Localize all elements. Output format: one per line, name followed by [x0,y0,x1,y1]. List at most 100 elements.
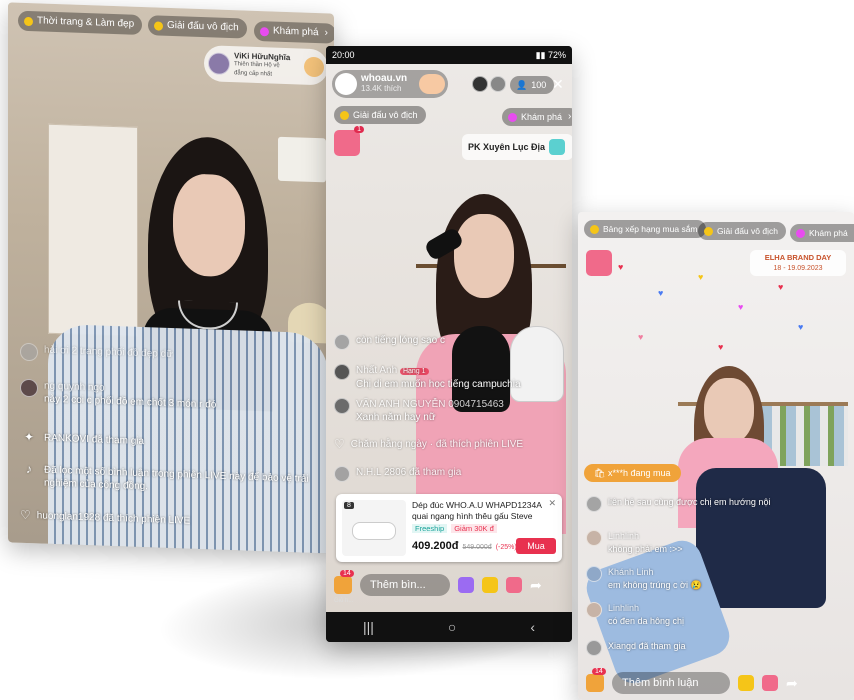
comment-input[interactable]: Thêm bình luận [612,672,730,694]
rank-badge: Hạng 1 [399,368,429,375]
comment-join: Xiangd đã tham gia [586,640,746,656]
badge-line2: đẳng cấp nhất [234,69,273,78]
comment-like: ♡ Chăm hằng ngày · đã thích phiên LIVE [334,437,524,451]
heart-icon: ♥ [618,262,624,272]
gift-box-icon[interactable]: 1 [334,126,364,156]
heart-icon: ♥ [738,302,744,312]
air-conditioner [278,136,326,183]
pill-explore[interactable]: Khám phá › [790,224,854,242]
viewer-avatar[interactable] [472,76,488,92]
pill-shopping-rank[interactable]: Bảng xếp hạng mua sắm [584,220,706,238]
comment-1: liên hệ sau cùng được chị em hướng nội [586,496,806,512]
comment-1: còn tiếng lóng sao c [334,334,484,350]
host-name: whoau.vn [361,73,408,84]
avatar [20,378,38,398]
freeship-tag: Freeship [412,524,448,533]
avatar [334,466,350,482]
pill-explore[interactable]: Khám phá › [502,108,572,126]
host-card[interactable]: whoau.vn 13.4K thích [332,70,448,98]
gift-box-icon[interactable] [586,250,612,276]
cart-count: 14 [340,570,354,577]
pk-banner[interactable]: PK Xuyên Lục Địa [462,134,572,160]
cart-icon[interactable]: 14 [334,570,354,594]
heart-icon: ♥ [798,322,804,332]
promo-banner[interactable]: ELHA BRAND DAY 18 - 19.09.2023 [750,250,846,276]
pill-tournament[interactable]: Giải đấu vô địch [334,106,426,124]
cart-count: 14 [592,668,606,675]
heart-icon: ♥ [778,282,784,292]
gift-icon[interactable] [506,577,522,593]
recent-apps-icon[interactable]: ||| [363,619,374,635]
person-face [173,173,245,278]
heart-icon: ♥ [638,332,644,342]
pk-icon [549,139,566,155]
product-card[interactable]: 8 Dép đúc WHO.A.U WHAPD1234A quai ngang … [336,494,562,562]
cart-icon[interactable]: 14 [586,668,606,692]
product-title: Dép đúc WHO.A.U WHAPD1234A quai ngang hì… [412,500,542,521]
comment-input[interactable]: Thêm bìn... [360,574,450,596]
top-gifter-badge[interactable]: ViKi HữuNghĩa Thiên thần Hộ vệ đẳng cấp … [204,45,328,86]
chevron-right-icon: › [324,27,328,39]
buy-button[interactable]: Mua [516,538,556,554]
host-likes: 13.4K thích [361,84,402,93]
explore-icon [508,112,517,122]
comment-2: Linhlinh không phải em :>> [586,530,746,556]
shop-icon[interactable] [482,577,498,593]
status-time: 20:00 [332,50,355,60]
product-tags: Freeship Giảm 30K đ [412,524,497,533]
comment-4: Linhlinh có đen da hông chị [586,602,746,628]
multi-guest-icon[interactable] [458,577,474,593]
person-icon: 👤 [516,80,528,90]
android-nav-bar: ||| ○ ‹ [326,612,572,642]
explore-icon [796,228,805,238]
pill-tournament[interactable]: Giải đấu vô địch [148,15,247,39]
promo-date: 18 - 19.09.2023 [773,265,823,272]
explore-icon [260,26,269,36]
phone-3-livestream: ♥ ♥ ♥ ♥ ♥ ♥ ♥ ♥ Bảng xếp hạng mua sắm Gi… [578,212,854,700]
pill-tournament[interactable]: Giải đấu vô địch [698,222,786,240]
comment-3: Khánh Linh em không trúng c ời 😢 [586,566,746,592]
comment-3: VĂN ANH NGUYỄN 0904715463 Xanh năm hay nữ [334,398,554,424]
phone-1-livestream: Thời trang & Làm đẹp Giải đấu vô địch Kh… [8,2,334,554]
avatar [20,342,38,362]
shop-icon[interactable] [738,675,754,691]
product-old-price: 549.000đ [462,544,492,551]
share-icon[interactable]: ➦ [786,675,798,692]
close-icon[interactable]: ✕ [548,498,556,509]
phone-2-livestream: 20:00 ▮▮ 72% whoau.vn 13.4K thích � [326,46,572,642]
bag-icon: 🛍 [594,468,606,478]
bottom-labels: Giỏ h... [334,598,354,604]
person-face [454,214,514,298]
avatar [586,530,602,546]
promo-title: ELHA BRAND DAY [764,253,832,262]
follow-button[interactable] [419,74,445,94]
status-battery: ▮▮ 72% [535,50,566,60]
share-icon[interactable]: ➦ [530,577,542,594]
heart-icon: ♥ [718,342,724,352]
home-icon[interactable]: ○ [448,619,456,635]
tiktok-icon: ♪ [26,461,32,477]
viewer-avatar[interactable] [490,76,506,92]
heart-icon: ♥ [698,272,704,282]
star-icon [590,224,599,234]
angel-icon [304,56,324,78]
gift-icon[interactable] [762,675,778,691]
buying-notice: 🛍 x***h đang mua [584,464,681,482]
pill-explore[interactable]: Khám phá › [254,20,334,44]
person-face [704,378,754,444]
status-bar: 20:00 ▮▮ 72% [326,46,572,64]
avatar [586,566,602,582]
avatar [586,602,602,618]
avatar [586,496,602,512]
discount-tag: Giảm 30K đ [451,524,497,533]
host-avatar [335,73,357,95]
collage: Thời trang & Làm đẹp Giải đấu vô địch Kh… [0,0,854,700]
close-icon[interactable]: ✕ [552,76,564,93]
viewer-count[interactable]: 👤 100 [510,76,555,94]
back-icon[interactable]: ‹ [530,619,535,635]
pill-category[interactable]: Thời trang & Làm đẹp [18,10,143,35]
gift-count: 1 [354,126,364,133]
product-discount-percent: (-25%) [495,544,517,551]
product-index: 8 [344,502,354,509]
star-icon [24,16,33,26]
